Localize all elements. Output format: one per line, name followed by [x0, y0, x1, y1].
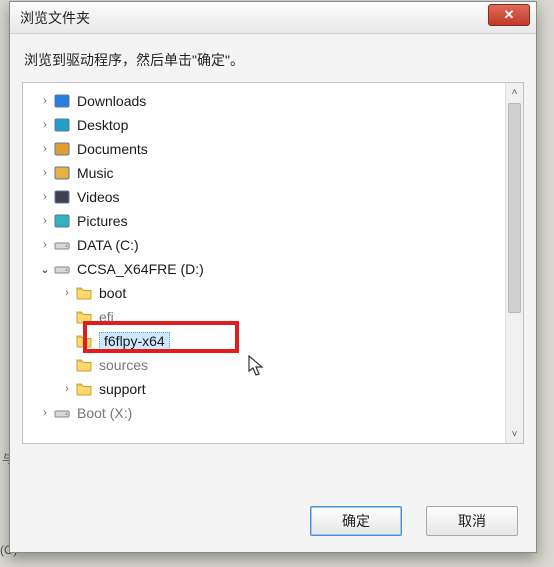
folder-icon	[75, 285, 93, 301]
folder-icon	[75, 309, 93, 325]
tree-item[interactable]: sources	[23, 353, 523, 377]
chevron-right-icon[interactable]: ›	[37, 95, 53, 107]
library-icon	[53, 189, 71, 205]
tree-item[interactable]: › Pictures	[23, 209, 523, 233]
chevron-down-icon[interactable]: ⌄	[37, 263, 53, 276]
instruction-text: 浏览到驱动程序，然后单击"确定"。	[10, 34, 536, 82]
tree-item[interactable]: › Videos	[23, 185, 523, 209]
tree-item[interactable]: ⌄ CCSA_X64FRE (D:)	[23, 257, 523, 281]
tree-item-label: f6flpy-x64	[99, 332, 170, 350]
cancel-button[interactable]: 取消	[426, 506, 518, 536]
library-icon	[53, 165, 71, 181]
drive-icon	[53, 261, 71, 277]
folder-icon	[75, 357, 93, 373]
titlebar: 浏览文件夹 ✕	[10, 2, 536, 34]
tree-item-label: Boot (X:)	[77, 405, 132, 421]
tree-item-label: Downloads	[77, 93, 146, 109]
chevron-right-icon[interactable]: ›	[37, 167, 53, 179]
tree-item-selected[interactable]: f6flpy-x64	[23, 329, 523, 353]
library-icon	[53, 141, 71, 157]
chevron-right-icon[interactable]: ›	[37, 407, 53, 419]
tree-item[interactable]: › Music	[23, 161, 523, 185]
scroll-down-button[interactable]: ˅	[506, 425, 523, 443]
tree-item-label: DATA (C:)	[77, 237, 139, 253]
chevron-right-icon[interactable]: ›	[37, 239, 53, 251]
close-icon: ✕	[504, 7, 515, 23]
tree-item-label: Documents	[77, 141, 148, 157]
tree-item-label: sources	[99, 357, 148, 373]
chevron-right-icon[interactable]: ›	[59, 383, 75, 395]
tree-item[interactable]: › boot	[23, 281, 523, 305]
folder-tree-container: › Downloads › Desktop › Documents › Music › Video…	[22, 82, 524, 444]
vertical-scrollbar[interactable]: ˄ ˅	[505, 83, 523, 443]
chevron-right-icon[interactable]: ›	[59, 287, 75, 299]
tree-item[interactable]: › Boot (X:)	[23, 401, 523, 425]
folder-icon	[75, 381, 93, 397]
tree-item[interactable]: › Documents	[23, 137, 523, 161]
tree-item-label: CCSA_X64FRE (D:)	[77, 261, 204, 277]
tree-item-label: boot	[99, 285, 126, 301]
scroll-thumb[interactable]	[508, 103, 521, 313]
dialog-title: 浏览文件夹	[20, 8, 90, 28]
library-icon	[53, 213, 71, 229]
tree-item-label: Videos	[77, 189, 120, 205]
drive-icon	[53, 405, 71, 421]
ok-button[interactable]: 确定	[310, 506, 402, 536]
tree-item[interactable]: › Desktop	[23, 113, 523, 137]
tree-item-label: Pictures	[77, 213, 128, 229]
chevron-right-icon[interactable]: ›	[37, 119, 53, 131]
tree-item[interactable]: › Downloads	[23, 89, 523, 113]
drive-icon	[53, 237, 71, 253]
close-button[interactable]: ✕	[488, 4, 530, 26]
dialog-button-bar: 确定 取消	[310, 506, 518, 536]
tree-item[interactable]: › DATA (C:)	[23, 233, 523, 257]
tree-item-label: Music	[77, 165, 114, 181]
tree-item[interactable]: efi	[23, 305, 523, 329]
browse-folder-dialog: 浏览文件夹 ✕ 浏览到驱动程序，然后单击"确定"。 › Downloads › Des…	[9, 1, 537, 553]
tree-item[interactable]: › support	[23, 377, 523, 401]
scroll-up-button[interactable]: ˄	[506, 83, 523, 101]
chevron-right-icon[interactable]: ›	[37, 143, 53, 155]
library-icon	[53, 93, 71, 109]
tree-item-label: support	[99, 381, 146, 397]
library-icon	[53, 117, 71, 133]
chevron-right-icon[interactable]: ›	[37, 215, 53, 227]
folder-icon	[75, 333, 93, 349]
tree-item-label: Desktop	[77, 117, 128, 133]
chevron-right-icon[interactable]: ›	[37, 191, 53, 203]
tree-item-label: efi	[99, 309, 114, 325]
folder-tree[interactable]: › Downloads › Desktop › Documents › Music › Video…	[23, 83, 523, 443]
